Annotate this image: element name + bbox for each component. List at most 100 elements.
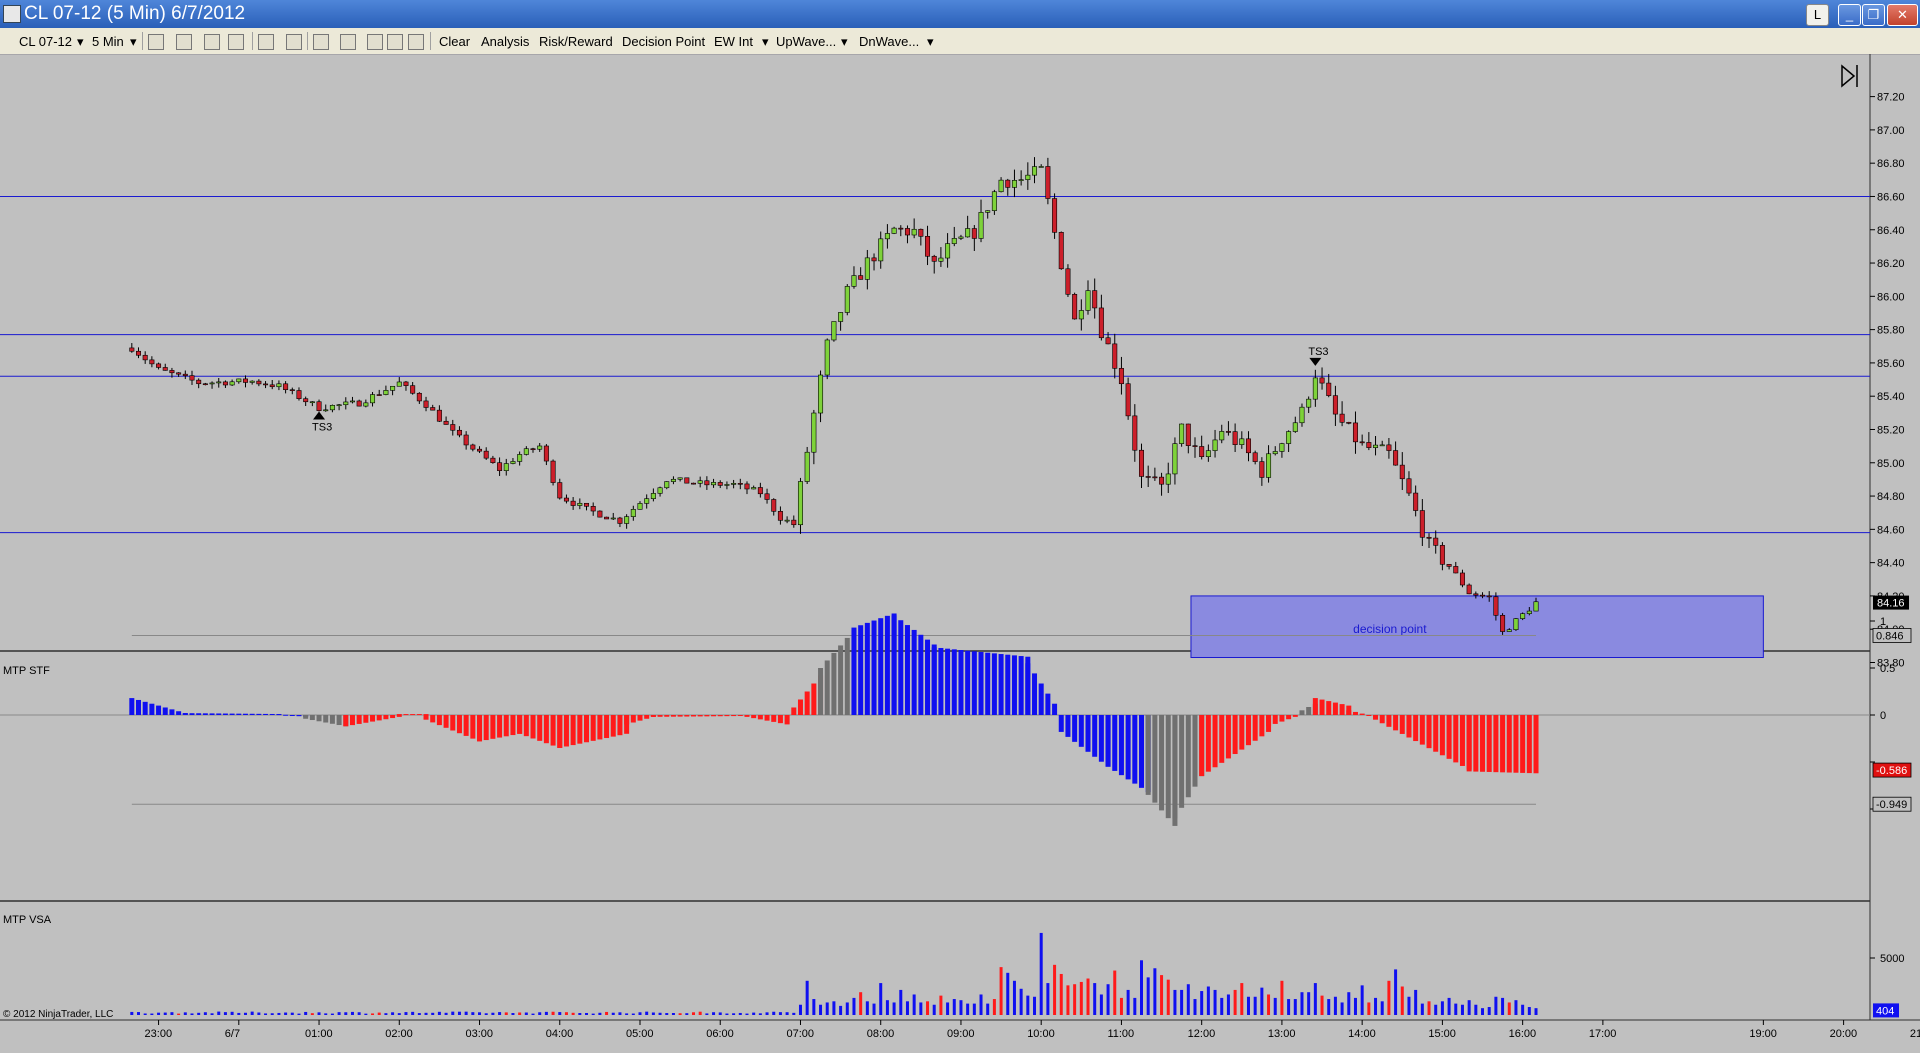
stf-bar (336, 715, 342, 726)
candle-body (1118, 368, 1124, 385)
candle-body (1359, 441, 1365, 444)
interval-selector[interactable]: 5 Min (92, 34, 124, 49)
upwave-dropdown-icon[interactable]: ▾ (841, 34, 848, 50)
time-tick-label: 6/7 (225, 1028, 240, 1040)
chart-trader-icon[interactable] (367, 34, 383, 50)
dnwave-dropdown-icon[interactable]: ▾ (927, 34, 934, 50)
cursor-icon[interactable] (258, 34, 274, 50)
stf-bar (1011, 655, 1017, 715)
close-button[interactable]: ✕ (1887, 4, 1918, 26)
price-tick-label: 85.60 (1877, 358, 1905, 370)
vsa-bar (1059, 973, 1063, 1015)
candle-body (878, 238, 884, 262)
vsa-bar (1347, 992, 1351, 1015)
maximize-button[interactable]: ❐ (1862, 4, 1885, 26)
interval-dropdown-icon[interactable]: ▾ (130, 34, 137, 50)
stf-bar (283, 714, 289, 716)
stf-bar (216, 713, 222, 715)
stf-bar (477, 715, 483, 742)
properties-icon[interactable] (313, 34, 329, 50)
vsa-bar (705, 1013, 709, 1015)
ew-int-dropdown-icon[interactable]: ▾ (762, 34, 769, 50)
toolbar-dnwave[interactable]: DnWave... (859, 34, 919, 49)
candle-body (1005, 179, 1011, 188)
toolbar-upwave[interactable]: UpWave... (776, 34, 836, 49)
zoom-icon[interactable] (286, 34, 302, 50)
stf-bar (510, 715, 516, 736)
candle-body (222, 381, 228, 386)
chart-canvas[interactable]: decision point TS3 TS3 87.20 87.00 86.80 86.6… (0, 54, 1920, 1053)
candle-body (316, 401, 322, 411)
candle-body (283, 383, 289, 391)
vsa-bar (130, 1011, 134, 1015)
minimize-button[interactable]: _ (1838, 4, 1861, 26)
candle-body (864, 257, 870, 280)
stf-value-label: 0.846 (1876, 630, 1904, 642)
toolbar-decision-point[interactable]: Decision Point (622, 34, 705, 49)
drawing-tool-icon[interactable] (176, 34, 192, 50)
toolbar-analysis[interactable]: Analysis (481, 34, 529, 49)
stf-bar (390, 715, 396, 719)
link-button[interactable]: L (1806, 4, 1829, 26)
vsa-bar (1494, 996, 1498, 1015)
candle-body (1232, 431, 1238, 445)
candle-body (510, 461, 516, 464)
vsa-bar (1313, 983, 1317, 1015)
stf-bar (1165, 715, 1171, 819)
data-box-icon[interactable] (340, 34, 356, 50)
stf-bar (998, 654, 1004, 715)
candle-body (343, 401, 349, 406)
stf-bar (1306, 707, 1312, 715)
stf-bar (136, 699, 141, 715)
candle-body (958, 236, 964, 239)
vsa-bar (698, 1011, 702, 1015)
toolbar-risk-reward[interactable]: Risk/Reward (539, 34, 613, 49)
vsa-bar (571, 1012, 575, 1015)
candle-body (263, 383, 269, 386)
instrument-selector[interactable]: CL 07-12 (19, 34, 72, 49)
strategy-icon[interactable] (228, 34, 244, 50)
stf-bar (630, 715, 636, 723)
candle-body (951, 238, 957, 244)
vsa-bar (598, 1012, 602, 1015)
candle-body (1018, 179, 1024, 181)
vsa-bar (1260, 987, 1264, 1015)
candle-body (1092, 290, 1098, 309)
vsa-bar (163, 1012, 167, 1015)
stf-bar (269, 713, 275, 715)
candle-body (1245, 438, 1251, 454)
money-icon[interactable] (387, 34, 403, 50)
vsa-bar (491, 1012, 495, 1015)
indicator-icon[interactable] (204, 34, 220, 50)
vsa-bar (798, 1004, 802, 1015)
stf-bar (543, 715, 549, 744)
candle-body (744, 483, 750, 490)
toolbar-clear[interactable]: Clear (439, 34, 470, 49)
price-tick-label: 85.80 (1877, 325, 1905, 337)
vsa-bar (605, 1011, 609, 1015)
vsa-bar (725, 1013, 729, 1015)
candle-body (844, 286, 850, 313)
bar-type-icon[interactable] (148, 34, 164, 50)
instrument-dropdown-icon[interactable]: ▾ (77, 34, 84, 50)
vsa-bar (1073, 984, 1077, 1015)
candle-body (1078, 310, 1084, 320)
vsa-bar (839, 1005, 843, 1015)
candle-body (430, 407, 436, 411)
toolbar-ew-int[interactable]: EW Int (714, 34, 753, 49)
scroll-to-end-icon[interactable] (1841, 64, 1858, 88)
vsa-bar (1387, 980, 1391, 1015)
candle-body (1526, 610, 1532, 614)
candle-body (985, 210, 991, 213)
vsa-bar (859, 992, 863, 1015)
vsa-bar (1086, 978, 1090, 1015)
vsa-bar (1447, 997, 1451, 1015)
candle-body (717, 482, 723, 486)
candle-body (637, 503, 643, 510)
ts3-label: TS3 (1308, 346, 1328, 358)
candle-body (1072, 294, 1078, 320)
candle-body (236, 378, 242, 383)
page-icon[interactable] (408, 34, 424, 50)
stf-bar (1252, 715, 1258, 741)
vsa-bar (1126, 989, 1130, 1015)
